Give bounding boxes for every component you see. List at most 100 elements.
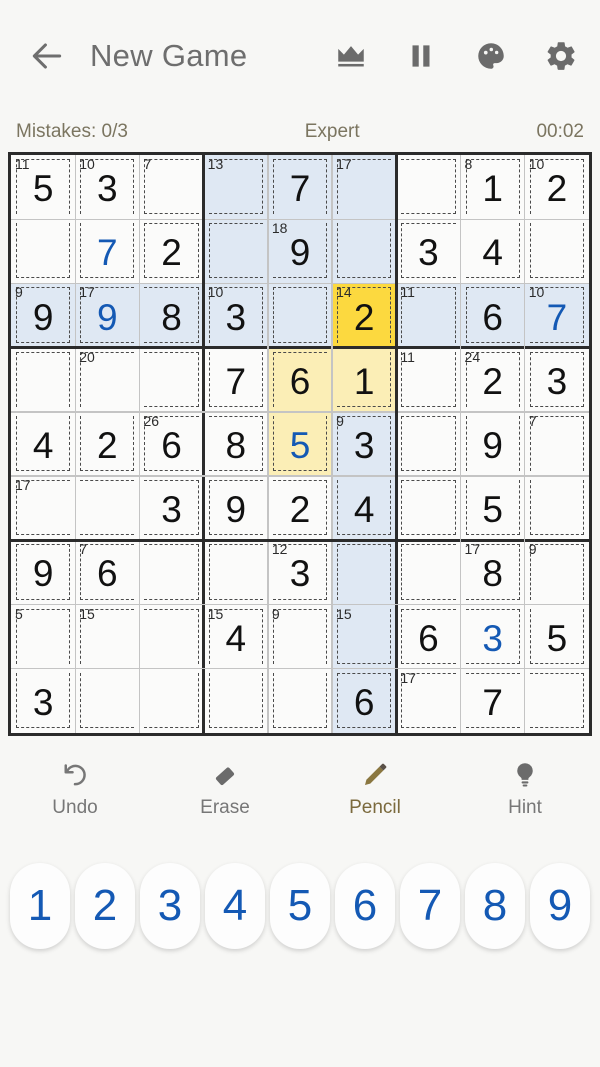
cell-r4c9[interactable]: 3: [525, 348, 589, 412]
cell-r1c5[interactable]: 7: [267, 155, 333, 220]
cell-r4c4[interactable]: 7: [204, 348, 268, 412]
cell-r5c6[interactable]: 93: [332, 411, 397, 477]
numpad-key-6[interactable]: 6: [335, 863, 395, 949]
cell-r4c8[interactable]: 24 2: [461, 348, 525, 412]
cell-r9c5[interactable]: [268, 669, 332, 733]
cell-r8c8[interactable]: 3: [461, 605, 525, 669]
numpad-key-1[interactable]: 1: [10, 863, 70, 949]
back-arrow-icon[interactable]: [28, 37, 66, 75]
cell-r7c9[interactable]: 9: [525, 540, 589, 604]
pencil-action[interactable]: Pencil: [300, 760, 450, 819]
cell-r5c8[interactable]: 9: [461, 412, 525, 476]
cell-r9c1[interactable]: 3: [11, 669, 75, 733]
cell-r8c2[interactable]: 15: [75, 605, 139, 669]
cell-r4c3[interactable]: [139, 348, 203, 412]
cell-r2c5[interactable]: 18 9: [267, 219, 333, 284]
hint-action[interactable]: Hint: [450, 760, 600, 819]
cell-r7c8[interactable]: 17 8: [461, 540, 525, 604]
cell-r1c7[interactable]: [396, 155, 460, 219]
cell-r7c6[interactable]: [332, 540, 397, 605]
cell-r7c7[interactable]: [396, 540, 460, 604]
numpad-key-4[interactable]: 4: [205, 863, 265, 949]
cell-r5c3[interactable]: 26 6: [139, 412, 203, 476]
cell-r3c1[interactable]: 99: [11, 283, 76, 348]
cell-r2c2[interactable]: 7: [75, 219, 139, 283]
cell-r1c3[interactable]: 7: [139, 155, 203, 219]
numpad-key-8[interactable]: 8: [465, 863, 525, 949]
cell-r6c6[interactable]: 4: [332, 476, 397, 541]
cell-r2c4[interactable]: [203, 219, 268, 284]
cell-r9c3[interactable]: [139, 669, 203, 733]
cell-r9c4[interactable]: [204, 669, 268, 733]
erase-action[interactable]: Erase: [150, 760, 300, 819]
cell-r2c8[interactable]: 4: [461, 219, 525, 283]
cell-r6c9[interactable]: [525, 476, 589, 540]
cell-r4c6[interactable]: 1: [332, 347, 397, 412]
sudoku-board[interactable]: 11 5 10 3 7 13 7 17 8 1 10 2 7 2 18 9 3 4 9 9 17 9 8 10 3 14 2 11 6 1…: [8, 152, 592, 736]
cell-r6c8[interactable]: 5: [461, 476, 525, 540]
cell-r9c8[interactable]: 7: [461, 669, 525, 733]
cell-r8c1[interactable]: 5: [11, 605, 75, 669]
cell-r6c7[interactable]: [396, 476, 460, 540]
cell-r3c5[interactable]: [267, 283, 333, 348]
cell-r8c3[interactable]: [139, 605, 203, 669]
cell-r5c1[interactable]: 4: [11, 412, 75, 476]
cell-r5c7[interactable]: [396, 412, 460, 476]
numpad-key-3[interactable]: 3: [140, 863, 200, 949]
cell-r1c2[interactable]: 10 3: [75, 155, 139, 219]
cell-r2c3[interactable]: 2: [139, 219, 203, 283]
cell-r4c2[interactable]: 20: [75, 348, 139, 412]
cell-r7c5[interactable]: 12 3: [268, 540, 332, 604]
cell-r1c4[interactable]: 13: [203, 155, 268, 220]
cell-r8c5[interactable]: 9: [268, 605, 332, 669]
cell-r1c8[interactable]: 81: [461, 155, 525, 219]
cell-r4c5[interactable]: 6: [267, 347, 333, 412]
cell-r9c2[interactable]: [75, 669, 139, 733]
cell-r8c6[interactable]: 15: [332, 604, 397, 669]
numpad-key-9[interactable]: 9: [530, 863, 590, 949]
pause-icon[interactable]: [404, 39, 438, 73]
cell-r2c9[interactable]: [525, 219, 589, 283]
cell-r4c1[interactable]: [11, 348, 75, 412]
cell-r2c6[interactable]: [332, 219, 397, 284]
cell-r7c2[interactable]: 76: [75, 540, 139, 604]
cell-r7c1[interactable]: 9: [11, 540, 75, 604]
crown-icon[interactable]: [334, 39, 368, 73]
cell-r3c3[interactable]: 8: [139, 283, 204, 348]
cell-r3c9[interactable]: 10 7: [524, 283, 589, 348]
cell-r3c2[interactable]: 17 9: [75, 283, 140, 348]
cell-r6c4[interactable]: 9: [204, 476, 268, 540]
cell-r8c4[interactable]: 15 4: [204, 605, 268, 669]
cell-r3c6[interactable]: 14 2: [332, 283, 397, 348]
palette-icon[interactable]: [474, 39, 508, 73]
cell-r6c2[interactable]: [75, 476, 139, 540]
cell-r6c1[interactable]: 17: [11, 476, 75, 540]
cell-r6c5[interactable]: 2: [268, 476, 332, 540]
numpad-key-7[interactable]: 7: [400, 863, 460, 949]
cell-r9c9[interactable]: [525, 669, 589, 733]
cell-r2c1[interactable]: [11, 219, 75, 283]
cell-r3c4[interactable]: 10 3: [203, 283, 268, 348]
cell-r9c7[interactable]: 17: [396, 669, 460, 733]
undo-action[interactable]: Undo: [0, 760, 150, 819]
cell-r7c3[interactable]: [139, 540, 203, 604]
cell-r3c7[interactable]: 11: [396, 283, 461, 348]
cell-r6c3[interactable]: 3: [139, 476, 203, 540]
cell-r9c6[interactable]: 6: [332, 668, 397, 733]
cell-r1c1[interactable]: 11 5: [11, 155, 75, 219]
cell-r5c4[interactable]: 8: [204, 412, 268, 476]
gear-icon[interactable]: [544, 39, 578, 73]
cell-r5c9[interactable]: 7: [525, 412, 589, 476]
cell-r5c2[interactable]: 2: [75, 412, 139, 476]
cell-r8c9[interactable]: 5: [525, 605, 589, 669]
cell-r3c8[interactable]: 6: [460, 283, 525, 348]
cell-r8c7[interactable]: 6: [396, 605, 460, 669]
cell-r1c9[interactable]: 10 2: [525, 155, 589, 219]
cell-r7c4[interactable]: [204, 540, 268, 604]
cell-r2c7[interactable]: 3: [396, 219, 460, 283]
cell-r5c5[interactable]: 5: [267, 411, 333, 477]
cell-r4c7[interactable]: 11: [396, 348, 460, 412]
numpad-key-2[interactable]: 2: [75, 863, 135, 949]
cell-r1c6[interactable]: 17: [332, 155, 397, 220]
numpad-key-5[interactable]: 5: [270, 863, 330, 949]
